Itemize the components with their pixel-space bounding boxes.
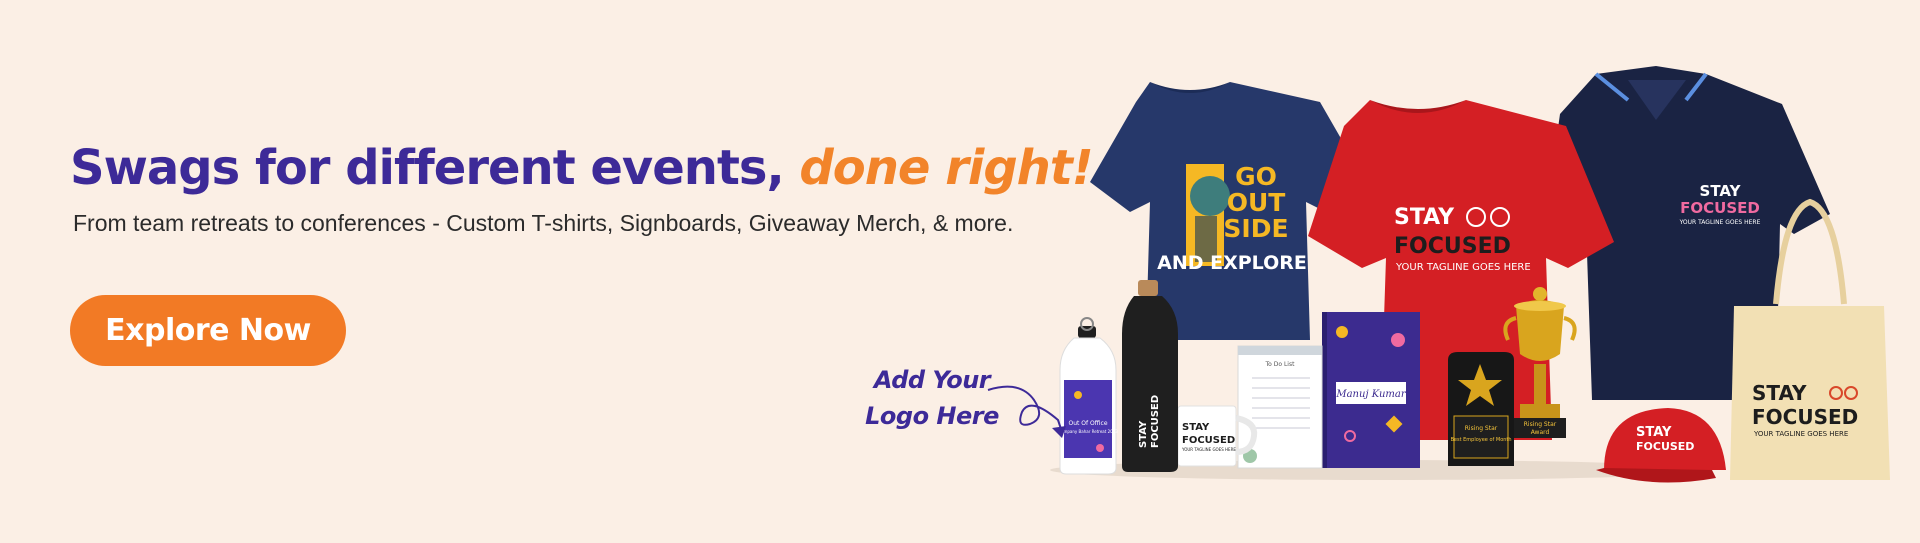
red-tshirt-print-stay: STAY xyxy=(1394,205,1455,230)
tote-print-tagline: YOUR TAGLINE GOES HERE xyxy=(1753,430,1848,438)
tshirt-print-and-explore: AND EXPLORE xyxy=(1157,252,1307,274)
red-cap: STAY FOCUSED xyxy=(1596,408,1726,483)
white-bottle-print-subtitle: Company Bahar Retreat 2023 xyxy=(1058,429,1118,434)
trophy-plate-line1: Rising Star xyxy=(1524,421,1557,428)
trophy-plate-line2: Award xyxy=(1531,429,1550,436)
tshirt-print-side: SIDE xyxy=(1223,214,1288,243)
cap-print-stay: STAY xyxy=(1636,425,1672,440)
notepad-title: To Do List xyxy=(1265,361,1296,368)
cap-print-focused: FOCUSED xyxy=(1636,440,1694,453)
tote-print-focused: FOCUSED xyxy=(1752,405,1858,429)
polo-print-stay: STAY xyxy=(1700,182,1742,200)
mug-print-tagline: YOUR TAGLINE GOES HERE xyxy=(1181,447,1236,452)
tote-print-stay: STAY xyxy=(1752,381,1807,405)
polo-print-focused: FOCUSED xyxy=(1680,199,1760,217)
callout-line-1: Add Your xyxy=(873,366,991,394)
tshirt-print-out: OUT xyxy=(1227,188,1286,217)
red-tshirt-print-focused: FOCUSED xyxy=(1394,234,1511,259)
hero-banner: Swags for different events, done right! … xyxy=(0,0,1920,543)
black-bottle: STAY FOCUSED xyxy=(1122,280,1178,472)
mug-print-focused: FOCUSED xyxy=(1182,435,1235,446)
notebook: Manuj Kumar xyxy=(1322,312,1420,468)
star-plaque: Rising Star Best Employee of Month xyxy=(1448,352,1514,466)
explore-now-button[interactable]: Explore Now xyxy=(70,295,346,366)
callout-line-2: Logo Here xyxy=(865,402,999,430)
notebook-name: Manuj Kumar xyxy=(1335,389,1406,400)
white-bottle-print-title: Out Of Office xyxy=(1068,420,1107,427)
white-bottle: Out Of Office Company Bahar Retreat 2023 xyxy=(1058,317,1118,475)
plaque-title: Rising Star xyxy=(1465,425,1498,432)
headline-main-text: Swags for different events, xyxy=(70,140,785,196)
polo-print-tagline: YOUR TAGLINE GOES HERE xyxy=(1679,219,1761,226)
red-tshirt-print-tagline: YOUR TAGLINE GOES HERE xyxy=(1395,262,1531,273)
plaque-subtitle: Best Employee of Month xyxy=(1450,437,1511,443)
black-bottle-print-stay: STAY xyxy=(1138,420,1149,448)
mug-print-stay: STAY xyxy=(1182,422,1210,433)
black-bottle-print-focused: FOCUSED xyxy=(1150,395,1161,448)
tshirt-print-go: GO xyxy=(1235,162,1277,191)
logo-callout: Add Your Logo Here xyxy=(862,362,1002,434)
product-showcase: GO OUT SIDE AND EXPLORE STAY FOCUSED YOU… xyxy=(987,66,1890,483)
